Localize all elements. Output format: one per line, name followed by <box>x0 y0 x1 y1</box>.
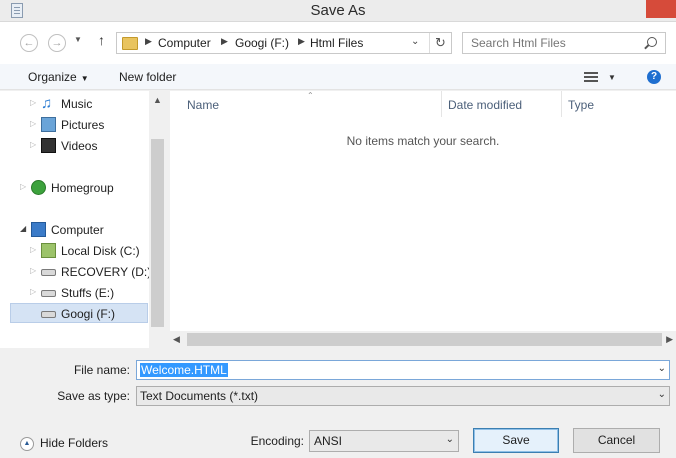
expand-icon[interactable]: ▷ <box>30 287 36 296</box>
breadcrumb-computer[interactable]: Computer <box>158 36 211 50</box>
scroll-right-icon[interactable]: ▶ <box>666 334 673 345</box>
file-name-value[interactable]: Welcome.HTML <box>140 363 228 377</box>
file-list-scrollbar[interactable]: ◀ ▶ <box>170 331 676 348</box>
computer-icon <box>31 222 46 237</box>
save-as-type-select[interactable]: Text Documents (*.txt) ⌄ <box>136 386 670 406</box>
column-header-type[interactable]: Type <box>568 98 594 112</box>
nav-item-music[interactable]: ▷ ♫ Music <box>0 94 148 114</box>
nav-item-label: Googi (F:) <box>61 307 116 321</box>
music-icon: ♫ <box>41 95 53 112</box>
pictures-icon <box>41 117 56 132</box>
nav-item-local-disk[interactable]: ▷ Local Disk (C:) <box>0 241 148 261</box>
encoding-label: Encoding: <box>250 434 304 448</box>
save-as-type-label: Save as type: <box>57 389 130 403</box>
scroll-left-icon[interactable]: ◀ <box>173 334 180 345</box>
nav-item-label: Homegroup <box>51 181 114 195</box>
encoding-value: ANSI <box>314 434 343 448</box>
cancel-button[interactable]: Cancel <box>573 428 660 453</box>
title-bar: Save As <box>0 0 676 22</box>
nav-item-label: Computer <box>51 223 104 237</box>
change-view-icon[interactable] <box>584 72 598 82</box>
nav-item-label: Music <box>61 97 93 111</box>
chevron-down-icon[interactable]: ⌄ <box>411 36 419 47</box>
encoding-select[interactable]: ANSI ⌄ <box>309 430 459 452</box>
empty-message: No items match your search. <box>346 134 500 148</box>
recent-locations-icon[interactable]: ▼ <box>74 35 82 44</box>
hide-folders-label: Hide Folders <box>40 436 109 450</box>
nav-item-videos[interactable]: ▷ Videos <box>0 136 148 156</box>
file-name-label: File name: <box>73 363 130 377</box>
nav-item-googi[interactable]: Googi (F:) <box>10 303 148 323</box>
nav-item-stuffs[interactable]: ▷ Stuffs (E:) <box>0 283 148 303</box>
new-folder-button[interactable]: New folder <box>119 70 176 84</box>
collapse-icon[interactable]: ◢ <box>20 224 26 233</box>
column-divider[interactable] <box>561 91 562 117</box>
file-list[interactable]: ⌃ Name Date modified Type No items match… <box>170 91 676 331</box>
folder-icon <box>122 37 138 50</box>
nav-item-label: RECOVERY (D:) <box>61 265 152 279</box>
column-header-date-modified[interactable]: Date modified <box>448 98 522 112</box>
forward-button[interactable]: → <box>48 34 66 52</box>
organize-label: Organize <box>28 70 77 84</box>
search-input[interactable] <box>471 35 641 51</box>
expand-icon[interactable]: ▷ <box>30 266 36 275</box>
scrollbar-thumb[interactable] <box>151 139 164 327</box>
videos-icon <box>41 138 56 153</box>
chevron-up-icon: ▲ <box>20 436 34 451</box>
column-divider[interactable] <box>441 91 442 117</box>
nav-item-label: Stuffs (E:) <box>61 286 115 300</box>
expand-icon[interactable]: ▷ <box>20 182 26 191</box>
column-header-name[interactable]: Name <box>187 98 219 112</box>
organize-button[interactable]: Organize ▼ <box>28 70 89 84</box>
scroll-up-icon[interactable]: ▲ <box>153 95 162 105</box>
breadcrumb-html-files[interactable]: Html Files <box>310 36 363 50</box>
breadcrumb-separator-icon[interactable]: ▶ <box>145 36 152 47</box>
navigation-pane[interactable]: ▷ ♫ Music ▷ Pictures ▷ Videos ▷ Homegrou… <box>0 91 166 348</box>
chevron-down-icon[interactable]: ⌄ <box>446 434 454 445</box>
breadcrumb-separator-icon[interactable]: ▶ <box>298 36 305 47</box>
hide-folders-button[interactable]: ▲ Hide Folders <box>20 436 108 451</box>
drive-icon <box>41 290 56 297</box>
nav-pane-scrollbar[interactable]: ▲ <box>149 91 166 348</box>
save-button[interactable]: Save <box>473 428 559 453</box>
breadcrumb-googi[interactable]: Googi (F:) <box>235 36 289 50</box>
view-options-icon[interactable]: ▼ <box>608 73 616 82</box>
drive-icon <box>41 269 56 276</box>
nav-item-homegroup[interactable]: ▷ Homegroup <box>0 178 148 198</box>
window-title: Save As <box>310 2 366 19</box>
breadcrumb-separator-icon[interactable]: ▶ <box>221 36 228 47</box>
nav-item-label: Pictures <box>61 118 105 132</box>
expand-icon[interactable]: ▷ <box>30 98 36 107</box>
search-box[interactable] <box>462 32 666 54</box>
up-button[interactable]: ↑ <box>98 32 105 48</box>
nav-item-pictures[interactable]: ▷ Pictures <box>0 115 148 135</box>
nav-item-computer[interactable]: ◢ Computer <box>0 220 148 240</box>
nav-item-label: Videos <box>61 139 98 153</box>
expand-icon[interactable]: ▷ <box>30 140 36 149</box>
refresh-icon[interactable]: ↻ <box>429 33 451 53</box>
chevron-down-icon[interactable]: ⌄ <box>658 363 666 374</box>
local-disk-icon <box>41 243 56 258</box>
caret-down-icon: ▼ <box>80 74 89 83</box>
search-icon[interactable] <box>647 37 657 47</box>
chevron-down-icon[interactable]: ⌄ <box>658 389 666 400</box>
save-as-type-value: Text Documents (*.txt) <box>140 389 259 403</box>
nav-item-label: Local Disk (C:) <box>61 244 140 258</box>
command-bar: Organize ▼ New folder ▼ ? <box>0 64 676 90</box>
file-name-field[interactable]: Welcome.HTML ⌄ <box>136 360 670 380</box>
sort-ascending-icon: ⌃ <box>307 91 314 100</box>
nav-item-recovery[interactable]: ▷ RECOVERY (D:) <box>0 262 152 282</box>
back-button[interactable]: ← <box>20 34 38 52</box>
homegroup-icon <box>31 180 46 195</box>
drive-icon <box>41 311 56 318</box>
expand-icon[interactable]: ▷ <box>30 245 36 254</box>
address-bar[interactable]: ▶ Computer ▶ Googi (F:) ▶ Html Files ⌄ ↻ <box>116 32 452 54</box>
help-icon[interactable]: ? <box>647 70 661 84</box>
expand-icon[interactable]: ▷ <box>30 119 36 128</box>
close-button[interactable] <box>646 0 676 18</box>
save-form: File name: Welcome.HTML ⌄ Save as type: … <box>0 348 676 458</box>
scrollbar-thumb[interactable] <box>187 333 662 346</box>
address-row: ← → ▼ ↑ ▶ Computer ▶ Googi (F:) ▶ Html F… <box>0 22 676 64</box>
